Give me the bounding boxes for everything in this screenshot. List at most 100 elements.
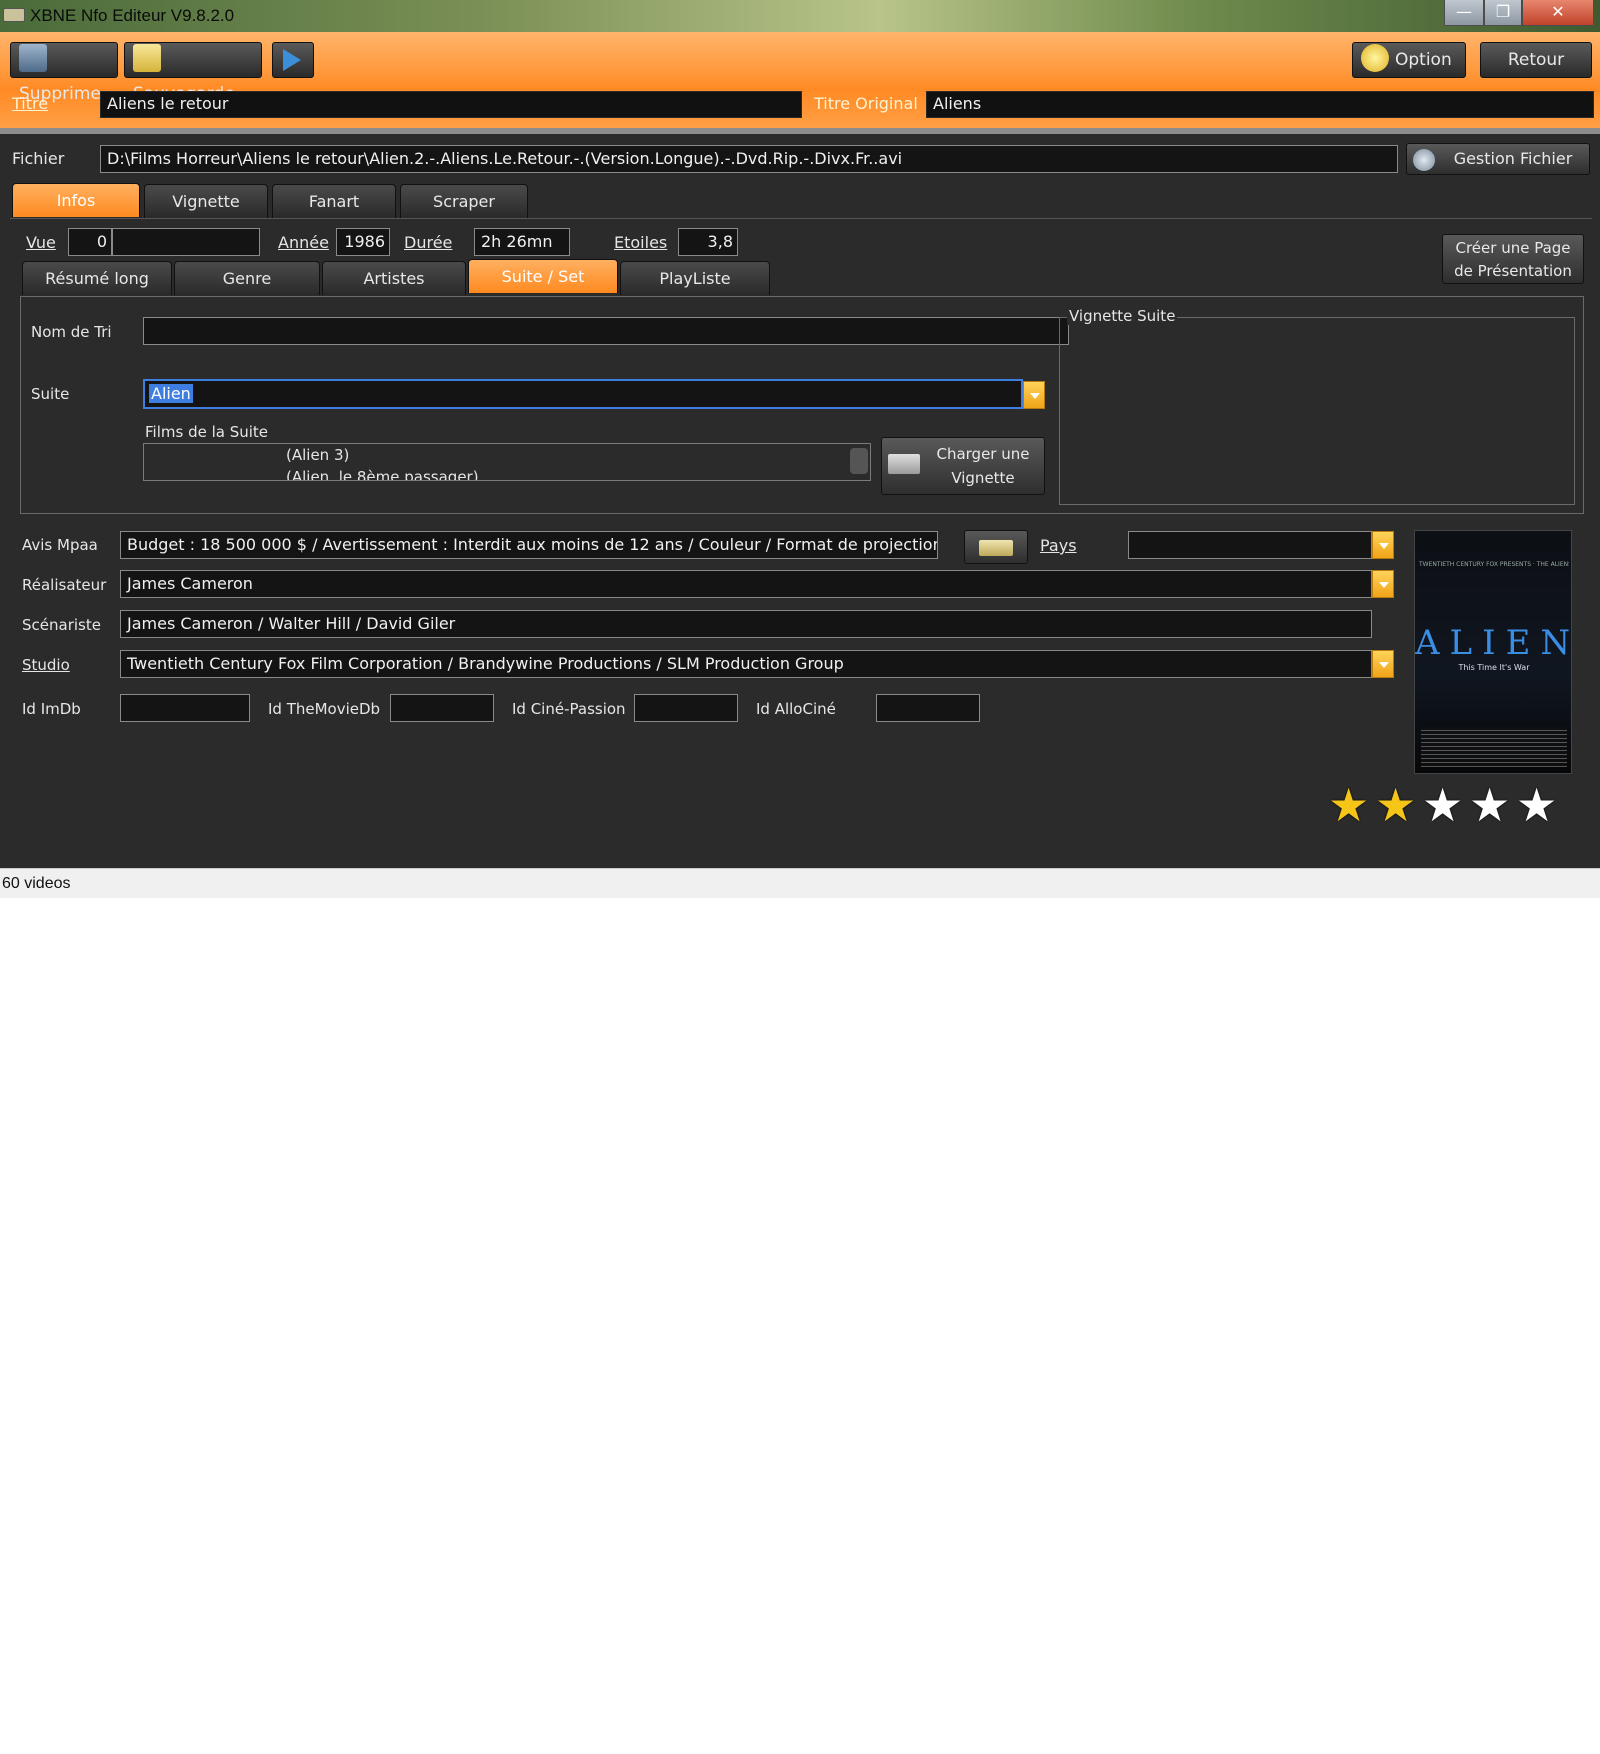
director-dropdown-arrow[interactable] <box>1372 570 1394 598</box>
subtab-summary[interactable]: Résumé long <box>22 261 172 295</box>
subtab-playlist[interactable]: PlayListe <box>620 261 770 295</box>
toolbar: Supprime Sauvegarde Option Retour Titre … <box>0 32 1600 128</box>
seen-label: Vue <box>26 233 56 252</box>
suite-panel: Nom de Tri Suite Alien Films de la Suite… <box>20 296 1584 514</box>
seen-field[interactable]: 0 <box>68 228 112 256</box>
file-path-field[interactable]: D:\Films Horreur\Aliens le retour\Alien.… <box>100 145 1398 173</box>
create-presentation-button[interactable]: Créer une Page de Présentation <box>1442 234 1584 284</box>
original-title-field[interactable]: Aliens <box>926 91 1594 118</box>
title-label: Titre <box>12 94 49 113</box>
poster-title: ALIENS <box>1415 623 1571 663</box>
sort-name-field[interactable] <box>143 317 1069 345</box>
tab-scraper[interactable]: Scraper <box>400 184 528 218</box>
films-list[interactable]: (Alien 3) (Alien, le 8ème passager) <box>143 443 871 481</box>
star-empty-icon[interactable]: ★ <box>1469 782 1510 828</box>
seen-extra-field[interactable] <box>112 228 260 256</box>
mpaa-label: Avis Mpaa <box>22 536 98 554</box>
subtab-genre[interactable]: Genre <box>174 261 320 295</box>
option-icon <box>1361 44 1389 72</box>
cinepassion-label: Id Ciné-Passion <box>512 700 626 718</box>
option-button[interactable]: Option <box>1352 42 1466 78</box>
tab-fanart[interactable]: Fanart <box>272 184 396 218</box>
poster-credits <box>1421 727 1567 767</box>
imdb-label: Id ImDb <box>22 700 81 718</box>
presentation-line-1: Créer une Page <box>1455 239 1571 257</box>
studio-field[interactable]: Twentieth Century Fox Film Corporation /… <box>120 650 1372 678</box>
tab-vignette[interactable]: Vignette <box>144 184 268 218</box>
back-button[interactable]: Retour <box>1480 42 1592 78</box>
stars-field[interactable]: 3,8 <box>678 228 738 256</box>
year-label: Année <box>278 233 329 252</box>
window-title: XBNE Nfo Editeur V9.8.2.0 <box>30 6 235 25</box>
poster-tagline: This Time It's War <box>1458 663 1530 672</box>
mpaa-edit-button[interactable] <box>964 530 1028 564</box>
load-line-1: Charger une <box>936 445 1030 463</box>
movie-poster[interactable]: TWENTIETH CENTURY FOX PRESENTS · THE ALI… <box>1414 530 1572 774</box>
tab-divider <box>10 218 1592 219</box>
image-icon <box>888 454 920 474</box>
play-icon <box>283 49 301 71</box>
play-button[interactable] <box>272 42 314 78</box>
director-label: Réalisateur <box>22 576 107 594</box>
subtab-artists[interactable]: Artistes <box>322 261 466 295</box>
restore-button[interactable]: ❐ <box>1484 0 1522 26</box>
suite-combobox[interactable]: Alien <box>143 379 1023 409</box>
app-icon <box>3 8 25 22</box>
cinepassion-field[interactable] <box>634 694 738 722</box>
vignette-suite-box <box>1059 317 1575 505</box>
films-scrollbar[interactable] <box>850 448 868 474</box>
director-field[interactable]: James Cameron <box>120 570 1372 598</box>
star-empty-icon[interactable]: ★ <box>1516 782 1557 828</box>
films-label: Films de la Suite <box>145 423 269 441</box>
film-item[interactable]: (Alien 3) <box>286 446 349 464</box>
manage-file-button[interactable]: Gestion Fichier <box>1406 143 1590 175</box>
presentation-line-2: de Présentation <box>1454 262 1572 280</box>
studio-label: Studio <box>22 656 70 674</box>
app-window: XBNE Nfo Editeur V9.8.2.0 — ❐ ✕ Supprime… <box>0 0 1600 898</box>
subtab-suite-set[interactable]: Suite / Set <box>468 259 618 293</box>
imdb-field[interactable] <box>120 694 250 722</box>
main-panel: Fichier D:\Films Horreur\Aliens le retou… <box>0 128 1600 868</box>
original-title-label: Titre Original <box>814 94 918 113</box>
trash-icon <box>19 44 47 72</box>
allocine-label: Id AlloCiné <box>756 700 836 718</box>
suite-dropdown-arrow[interactable] <box>1023 381 1045 409</box>
title-bar: XBNE Nfo Editeur V9.8.2.0 — ❐ ✕ <box>0 0 1600 32</box>
stars-label: Etoiles <box>614 233 668 252</box>
star-filled-icon[interactable]: ★ <box>1328 782 1369 828</box>
duration-label: Durée <box>404 233 453 252</box>
save-icon <box>133 44 161 72</box>
star-empty-icon[interactable]: ★ <box>1422 782 1463 828</box>
load-line-2: Vignette <box>951 469 1015 487</box>
load-vignette-button[interactable]: Charger une Vignette <box>881 437 1045 495</box>
minimize-button[interactable]: — <box>1444 0 1484 26</box>
manage-file-label: Gestion Fichier <box>1453 149 1573 168</box>
poster-top-text: TWENTIETH CENTURY FOX PRESENTS · THE ALI… <box>1419 561 1569 568</box>
writer-label: Scénariste <box>22 616 101 634</box>
suite-selected-text: Alien <box>149 384 193 403</box>
title-field[interactable]: Aliens le retour <box>100 91 802 118</box>
close-button[interactable]: ✕ <box>1522 0 1594 26</box>
sort-name-label: Nom de Tri <box>31 323 112 341</box>
tab-infos[interactable]: Infos <box>12 183 140 217</box>
duration-field[interactable]: 2h 26mn <box>474 228 570 256</box>
film-item[interactable]: (Alien, le 8ème passager) <box>286 468 479 480</box>
allocine-field[interactable] <box>876 694 980 722</box>
country-dropdown-arrow[interactable] <box>1372 531 1394 559</box>
tmdb-label: Id TheMovieDb <box>268 700 381 718</box>
studio-dropdown-arrow[interactable] <box>1372 650 1394 678</box>
edit-icon <box>979 540 1013 556</box>
tmdb-field[interactable] <box>390 694 494 722</box>
year-field[interactable]: 1986 <box>336 228 390 256</box>
suite-label: Suite <box>31 385 70 403</box>
country-field[interactable] <box>1128 531 1372 559</box>
delete-button[interactable]: Supprime <box>10 42 118 104</box>
save-button[interactable]: Sauvegarde <box>124 42 262 104</box>
mpaa-field[interactable]: Budget : 18 500 000 $ / Avertissement : … <box>120 531 938 559</box>
file-label: Fichier <box>12 149 65 168</box>
country-label: Pays <box>1040 536 1077 555</box>
disc-icon <box>1413 149 1435 171</box>
writer-field[interactable]: James Cameron / Walter Hill / David Gile… <box>120 610 1372 638</box>
status-bar: 60 videos <box>0 868 1600 898</box>
star-filled-icon[interactable]: ★ <box>1375 782 1416 828</box>
